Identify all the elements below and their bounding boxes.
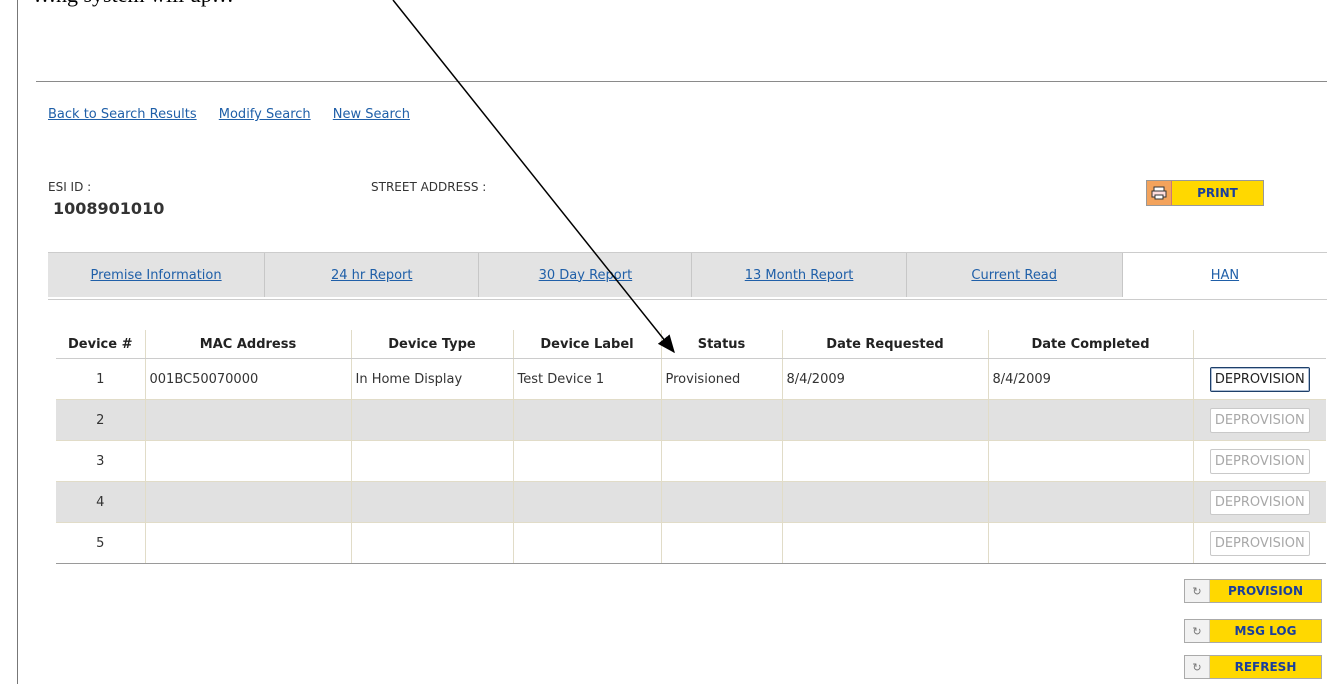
search-nav-links: Back to Search Results Modify Search New…	[48, 107, 428, 122]
tab-label: 24 hr Report	[330, 267, 413, 283]
mac-address	[144, 440, 351, 482]
table-row: 3 DEPROVISION	[56, 440, 1326, 482]
device-label	[512, 440, 661, 482]
print-button[interactable]: PRINT	[1146, 180, 1264, 206]
header-divider	[36, 81, 1327, 82]
col-header-device-type: Device Type	[350, 330, 513, 359]
print-button-label: PRINT	[1172, 181, 1263, 205]
device-status	[660, 399, 782, 441]
device-type	[350, 481, 513, 523]
device-status	[660, 522, 782, 564]
tab-premise-information[interactable]: Premise Information	[48, 253, 266, 297]
han-device-table: Device # MAC Address Device Type Device …	[56, 330, 1326, 564]
deprovision-button[interactable]: DEPROVISION	[1209, 366, 1310, 392]
tab-han[interactable]: HAN	[1122, 253, 1327, 297]
esi-id-value: 1008901010	[53, 199, 165, 218]
device-label: Test Device 1	[512, 358, 661, 400]
date-requested	[781, 522, 988, 564]
table-row: 2 DEPROVISION	[56, 399, 1326, 441]
tab-label: HAN	[1210, 267, 1240, 283]
device-status	[660, 481, 782, 523]
tab-24-hr-report[interactable]: 24 hr Report	[265, 253, 480, 297]
date-completed	[987, 440, 1193, 482]
col-header-mac-address: MAC Address	[144, 330, 351, 359]
tab-current-read[interactable]: Current Read	[906, 253, 1123, 297]
tab-13-month-report[interactable]: 13 Month Report	[692, 253, 907, 297]
table-row: 1 001BC50070000 In Home Display Test Dev…	[56, 358, 1326, 400]
report-tabs: Premise Information 24 hr Report 30 Day …	[48, 252, 1327, 300]
mac-address	[144, 522, 351, 564]
refresh-icon: ↻	[1185, 580, 1210, 602]
table-row: 4 DEPROVISION	[56, 481, 1326, 523]
device-type: In Home Display	[350, 358, 513, 400]
deprovision-button: DEPROVISION	[1209, 489, 1310, 515]
device-label	[512, 481, 661, 523]
device-num: 5	[56, 522, 145, 564]
col-header-status: Status	[660, 330, 782, 359]
esi-id-label: ESI ID :	[48, 180, 92, 194]
date-completed	[987, 399, 1193, 441]
date-completed	[987, 522, 1193, 564]
device-status	[660, 440, 782, 482]
back-to-search-results-link[interactable]: Back to Search Results	[48, 107, 197, 122]
tab-label: Current Read	[971, 267, 1058, 283]
provision-button-label: PROVISION	[1210, 580, 1321, 602]
provision-button[interactable]: ↻ PROVISION	[1184, 579, 1322, 603]
device-label	[512, 399, 661, 441]
table-row: 5 DEPROVISION	[56, 522, 1326, 564]
col-header-actions	[1192, 330, 1326, 359]
col-header-device-num: Device #	[56, 330, 145, 359]
deprovision-button: DEPROVISION	[1209, 407, 1310, 433]
device-type	[350, 399, 513, 441]
date-completed	[987, 481, 1193, 523]
col-header-device-label: Device Label	[512, 330, 661, 359]
mac-address	[144, 399, 351, 441]
refresh-button[interactable]: ↻ REFRESH	[1184, 655, 1322, 679]
tab-label: 30 Day Report	[538, 267, 633, 283]
document-text-fragment: …ng system will up…	[34, 0, 234, 8]
new-search-link[interactable]: New Search	[333, 107, 410, 122]
mac-address: 001BC50070000	[144, 358, 351, 400]
modify-search-link[interactable]: Modify Search	[219, 107, 311, 122]
deprovision-button: DEPROVISION	[1209, 530, 1310, 556]
date-requested	[781, 440, 988, 482]
date-completed: 8/4/2009	[987, 358, 1193, 400]
msg-log-button[interactable]: ↻ MSG LOG	[1184, 619, 1322, 643]
refresh-button-label: REFRESH	[1210, 656, 1321, 678]
page-left-border	[17, 0, 18, 684]
device-type	[350, 522, 513, 564]
table-header-row: Device # MAC Address Device Type Device …	[56, 330, 1326, 359]
tab-30-day-report[interactable]: 30 Day Report	[479, 253, 693, 297]
device-num: 2	[56, 399, 145, 441]
tab-label: 13 Month Report	[744, 267, 854, 283]
device-num: 4	[56, 481, 145, 523]
msg-log-button-label: MSG LOG	[1210, 620, 1321, 642]
device-status: Provisioned	[660, 358, 782, 400]
refresh-icon: ↻	[1185, 656, 1210, 678]
device-num: 1	[56, 358, 145, 400]
device-num: 3	[56, 440, 145, 482]
tab-label: Premise Information	[90, 267, 222, 283]
col-header-date-requested: Date Requested	[781, 330, 988, 359]
street-address-label: STREET ADDRESS :	[371, 180, 487, 194]
date-requested: 8/4/2009	[781, 358, 988, 400]
date-requested	[781, 399, 988, 441]
deprovision-button: DEPROVISION	[1209, 448, 1310, 474]
device-type	[350, 440, 513, 482]
mac-address	[144, 481, 351, 523]
date-requested	[781, 481, 988, 523]
refresh-icon: ↻	[1185, 620, 1210, 642]
printer-icon	[1147, 181, 1172, 205]
col-header-date-completed: Date Completed	[987, 330, 1193, 359]
device-label	[512, 522, 661, 564]
